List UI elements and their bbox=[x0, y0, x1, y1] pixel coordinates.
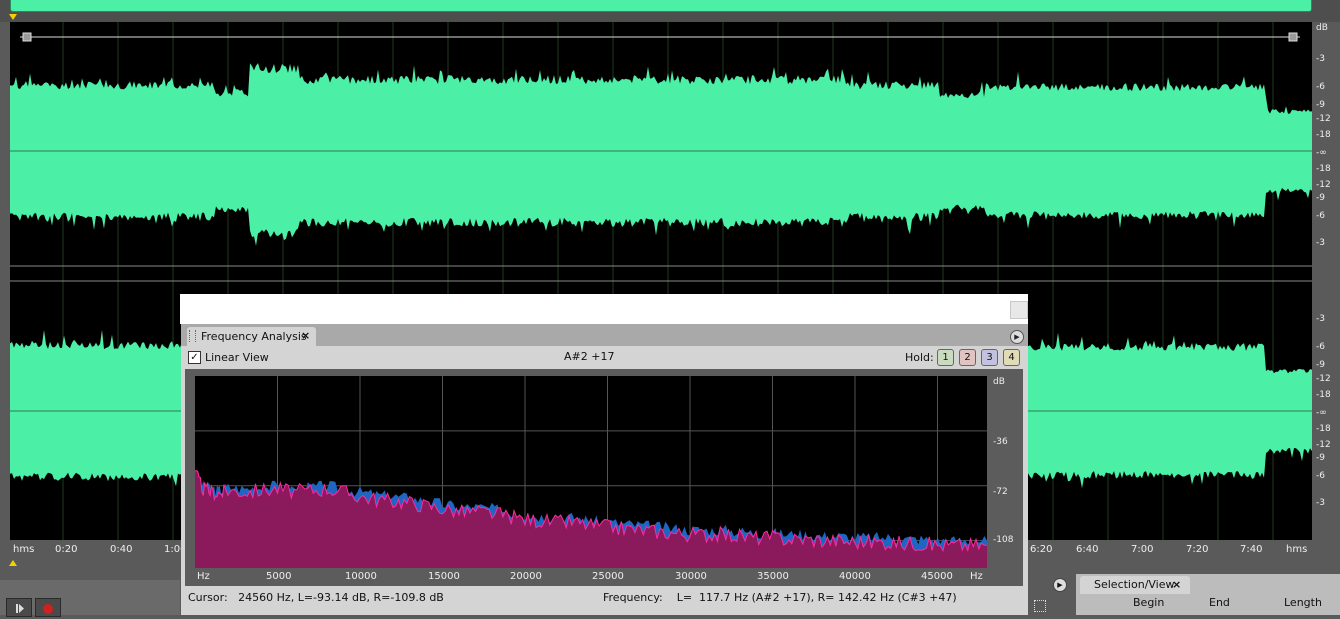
tab-label: Selection/View bbox=[1094, 578, 1175, 591]
zoom-icon[interactable] bbox=[1034, 600, 1046, 612]
waveform-top-channel bbox=[10, 63, 1312, 246]
x-tick-label: Hz bbox=[970, 571, 983, 582]
time-label: hms bbox=[1286, 544, 1308, 555]
db-label: -9 bbox=[1316, 193, 1325, 203]
y-tick-label: dB bbox=[993, 377, 1005, 387]
db-label: -12 bbox=[1316, 374, 1331, 384]
x-tick-label: 35000 bbox=[757, 571, 789, 582]
time-label: 7:40 bbox=[1240, 544, 1263, 555]
cursor-readout: Cursor: 24560 Hz, L=-93.14 dB, R=-109.8 … bbox=[188, 591, 444, 604]
db-label: -3 bbox=[1316, 238, 1325, 248]
db-label: dB bbox=[1316, 23, 1328, 33]
tab-close-icon[interactable]: × bbox=[1172, 578, 1181, 591]
record-button[interactable] bbox=[35, 598, 61, 617]
time-label: 6:40 bbox=[1076, 544, 1099, 555]
y-tick-label: -108 bbox=[993, 535, 1014, 545]
db-label: -18 bbox=[1316, 164, 1331, 174]
db-label: -∞ bbox=[1316, 148, 1327, 158]
time-label: hms bbox=[13, 544, 35, 555]
time-label: 7:00 bbox=[1131, 544, 1154, 555]
hold-label: Hold: bbox=[905, 351, 934, 364]
envelope-handle-right[interactable] bbox=[1288, 32, 1298, 42]
db-label: -18 bbox=[1316, 130, 1331, 140]
overview-scrollbar[interactable] bbox=[10, 0, 1312, 12]
db-label: -∞ bbox=[1316, 408, 1327, 418]
x-tick-label: 40000 bbox=[839, 571, 871, 582]
y-tick-label: -36 bbox=[993, 437, 1008, 447]
db-label: -12 bbox=[1316, 114, 1331, 124]
hold-button-1[interactable]: 1 bbox=[937, 349, 954, 366]
x-tick-label: 10000 bbox=[345, 571, 377, 582]
db-label: -18 bbox=[1316, 424, 1331, 434]
db-label: -12 bbox=[1316, 180, 1331, 190]
y-tick-label: -72 bbox=[993, 487, 1008, 497]
time-label: 7:20 bbox=[1186, 544, 1209, 555]
record-icon bbox=[43, 604, 53, 614]
db-label: -6 bbox=[1316, 82, 1325, 92]
db-label: -12 bbox=[1316, 440, 1331, 450]
db-label: -6 bbox=[1316, 342, 1325, 352]
x-tick-label: 20000 bbox=[510, 571, 542, 582]
skip-icon bbox=[16, 604, 24, 613]
tab-label: Frequency Analysis bbox=[201, 330, 307, 343]
db-label: -3 bbox=[1316, 54, 1325, 64]
db-label: -3 bbox=[1316, 314, 1325, 324]
db-label: -18 bbox=[1316, 390, 1331, 400]
x-tick-label: 15000 bbox=[428, 571, 460, 582]
end-marker-icon[interactable] bbox=[9, 560, 17, 566]
play-pause-button[interactable] bbox=[6, 598, 32, 617]
x-tick-label: Hz bbox=[197, 571, 210, 582]
db-label: -3 bbox=[1316, 498, 1325, 508]
column-header-end: End bbox=[1209, 596, 1230, 609]
time-label: 0:40 bbox=[110, 544, 133, 555]
panel-menu-icon[interactable]: ▶ bbox=[1010, 330, 1024, 344]
time-label: 0:20 bbox=[55, 544, 78, 555]
frequency-readout: Frequency: L= 117.7 Hz (A#2 +17), R= 142… bbox=[603, 591, 957, 604]
window-close-button[interactable] bbox=[1010, 301, 1028, 319]
x-tick-label: 45000 bbox=[921, 571, 953, 582]
linear-view-label: Linear View bbox=[205, 351, 269, 364]
db-label: -6 bbox=[1316, 211, 1325, 221]
db-label: -9 bbox=[1316, 453, 1325, 463]
column-header-length: Length bbox=[1284, 596, 1322, 609]
hold-button-2[interactable]: 2 bbox=[959, 349, 976, 366]
column-header-begin: Begin bbox=[1133, 596, 1165, 609]
db-label: -6 bbox=[1316, 471, 1325, 481]
x-tick-label: 25000 bbox=[592, 571, 624, 582]
x-tick-label: 30000 bbox=[675, 571, 707, 582]
x-tick-label: 5000 bbox=[266, 571, 292, 582]
note-readout: A#2 +17 bbox=[564, 350, 615, 363]
time-label: 6:20 bbox=[1030, 544, 1053, 555]
tab-close-icon[interactable]: × bbox=[301, 329, 310, 342]
spectrum-plot[interactable] bbox=[195, 376, 987, 568]
envelope-handle-left[interactable] bbox=[22, 32, 32, 42]
frequency-window-titlebar[interactable] bbox=[180, 294, 1028, 324]
db-ruler: dB -3 -6 -9 -12 -18 -∞ -18 -12 -9 -6 -3 … bbox=[1312, 22, 1340, 540]
hold-button-3[interactable]: 3 bbox=[981, 349, 998, 366]
linear-view-checkbox[interactable]: ✓ bbox=[188, 351, 201, 364]
start-marker-icon[interactable] bbox=[9, 14, 17, 20]
db-label: -9 bbox=[1316, 100, 1325, 110]
db-label: -9 bbox=[1316, 360, 1325, 370]
panel-menu-icon[interactable]: ▶ bbox=[1053, 578, 1067, 592]
hold-button-4[interactable]: 4 bbox=[1003, 349, 1020, 366]
grip-icon[interactable] bbox=[189, 330, 196, 342]
